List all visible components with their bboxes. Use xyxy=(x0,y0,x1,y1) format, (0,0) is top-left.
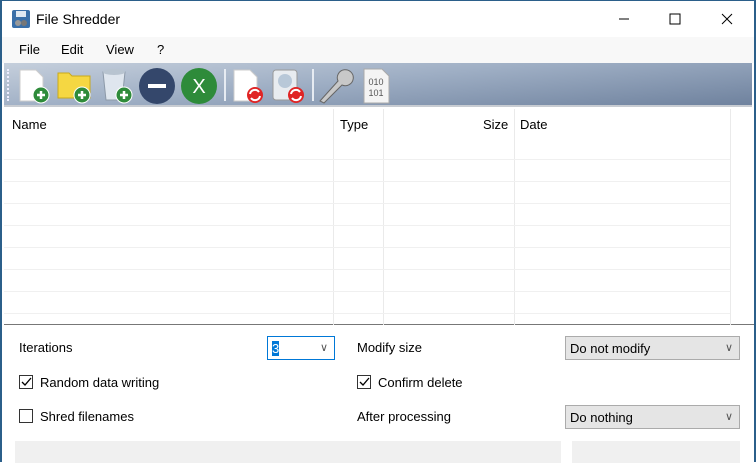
menu-bar: File Edit View ? xyxy=(2,37,754,63)
random-data-label: Random data writing xyxy=(40,375,160,390)
row-line xyxy=(4,159,730,160)
shred-filenames-label: Shred filenames xyxy=(40,409,134,424)
chevron-down-icon: ∨ xyxy=(724,411,733,423)
checkmark-icon xyxy=(21,377,32,386)
column-divider[interactable] xyxy=(333,109,334,325)
settings-wrench-icon[interactable] xyxy=(316,67,354,105)
status-panel-right xyxy=(572,441,740,463)
menu-help[interactable]: ? xyxy=(157,42,164,57)
row-line xyxy=(4,225,730,226)
row-line xyxy=(4,291,730,292)
title-bar: File Shredder xyxy=(2,1,754,37)
toolbar-grip[interactable] xyxy=(7,69,9,101)
add-recycle-bin-icon[interactable] xyxy=(98,67,136,105)
iterations-combo[interactable]: 3 ∨ xyxy=(267,336,335,360)
iterations-value: 3 xyxy=(272,341,280,356)
confirm-delete-label: Confirm delete xyxy=(378,375,463,390)
row-line xyxy=(4,181,730,182)
row-line xyxy=(4,313,730,314)
svg-text:X: X xyxy=(192,76,205,98)
menu-edit[interactable]: Edit xyxy=(61,42,83,57)
add-folder-icon[interactable] xyxy=(56,67,94,105)
after-processing-combo[interactable]: Do nothing ∨ xyxy=(565,405,740,429)
menu-view[interactable]: View xyxy=(106,42,134,57)
shred-drive-icon[interactable] xyxy=(270,67,308,105)
maximize-icon xyxy=(669,13,681,25)
row-line xyxy=(4,247,730,248)
app-icon xyxy=(12,10,30,28)
close-icon xyxy=(721,13,733,25)
maximize-button[interactable] xyxy=(650,1,700,37)
toolbar-separator xyxy=(312,69,314,101)
checkmark-icon xyxy=(359,377,370,386)
toolbar: X 010 101 xyxy=(4,63,752,107)
clear-icon[interactable]: X xyxy=(180,67,218,105)
column-header-date[interactable]: Date xyxy=(520,117,547,132)
file-list[interactable]: Name Type Size Date xyxy=(4,109,754,325)
svg-text:101: 101 xyxy=(368,88,383,98)
iterations-label: Iterations xyxy=(19,340,73,355)
chevron-down-icon: ∨ xyxy=(319,342,328,354)
status-panel-left xyxy=(15,441,561,463)
column-divider[interactable] xyxy=(383,109,384,325)
toolbar-separator xyxy=(224,69,226,101)
shred-filenames-checkbox[interactable] xyxy=(19,409,33,423)
row-line xyxy=(4,203,730,204)
after-processing-label: After processing xyxy=(357,409,451,424)
menu-file[interactable]: File xyxy=(19,42,40,57)
close-button[interactable] xyxy=(702,1,752,37)
random-data-checkbox[interactable] xyxy=(19,375,33,389)
window-title: File Shredder xyxy=(36,11,121,27)
column-divider[interactable] xyxy=(514,109,515,325)
column-divider[interactable] xyxy=(730,109,731,325)
minimize-button[interactable] xyxy=(599,1,649,37)
column-header-type[interactable]: Type xyxy=(340,117,368,132)
app-window: File Shredder File Edit View ? X 010 101 … xyxy=(0,0,756,463)
chevron-down-icon: ∨ xyxy=(724,342,733,354)
modify-size-combo[interactable]: Do not modify ∨ xyxy=(565,336,740,360)
add-file-icon[interactable] xyxy=(16,67,54,105)
row-line xyxy=(4,269,730,270)
column-header-name[interactable]: Name xyxy=(12,117,47,132)
modify-size-value: Do not modify xyxy=(570,341,651,356)
svg-text:010: 010 xyxy=(368,77,383,87)
column-header-size[interactable]: Size xyxy=(483,117,508,132)
remove-icon[interactable] xyxy=(138,67,176,105)
minimize-icon xyxy=(619,18,629,20)
after-processing-value: Do nothing xyxy=(570,410,633,425)
confirm-delete-checkbox[interactable] xyxy=(357,375,371,389)
binary-file-icon[interactable]: 010101 xyxy=(358,67,396,105)
modify-size-label: Modify size xyxy=(357,340,423,355)
shred-file-icon[interactable] xyxy=(230,67,268,105)
